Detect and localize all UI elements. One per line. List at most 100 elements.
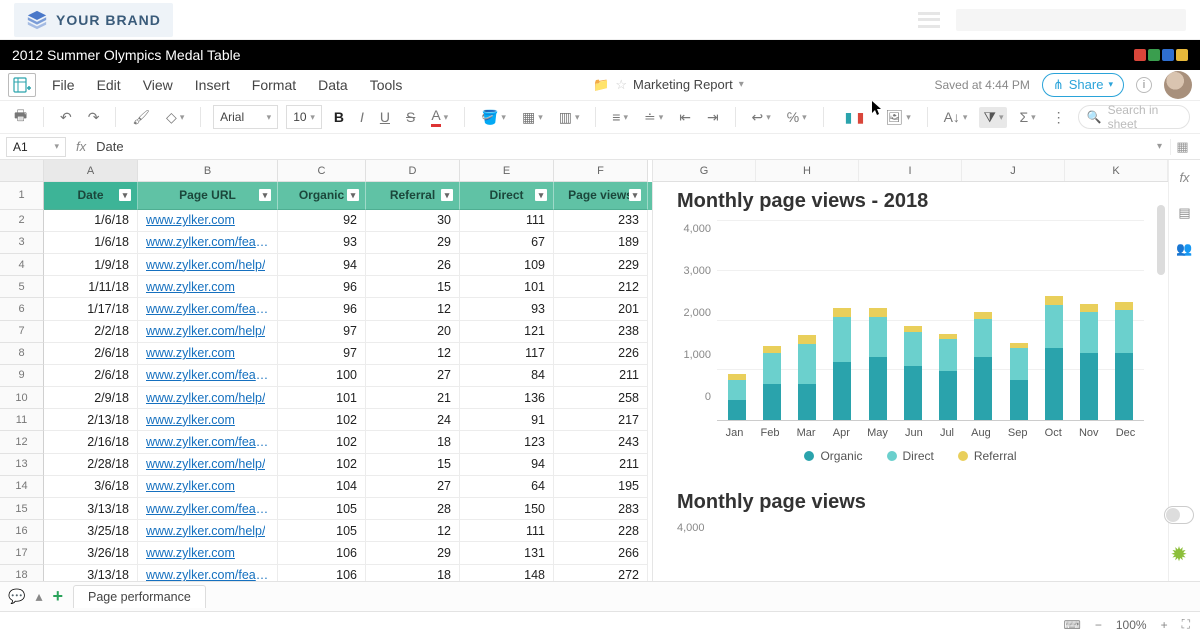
fx-panel-icon[interactable]: fx	[1179, 170, 1189, 185]
cell[interactable]: 67	[460, 232, 554, 254]
page-url-link[interactable]: www.zylker.com	[146, 413, 235, 427]
chart-bar[interactable]	[939, 334, 957, 420]
cell[interactable]: 1/11/18	[44, 276, 138, 298]
filter-direct[interactable]: Direct▾	[460, 182, 554, 210]
cell[interactable]: www.zylker.com	[138, 476, 278, 498]
cell[interactable]: 18	[366, 565, 460, 581]
chart-bar[interactable]	[833, 308, 851, 421]
cell[interactable]: www.zylker.com/help/	[138, 321, 278, 343]
page-url-link[interactable]: www.zylker.com/help/	[146, 324, 265, 338]
row-number[interactable]: 14	[0, 476, 44, 498]
menu-file[interactable]: File	[52, 77, 75, 93]
row-number[interactable]: 5	[0, 276, 44, 298]
menu-edit[interactable]: Edit	[97, 77, 121, 93]
cell[interactable]: 84	[460, 365, 554, 387]
cell[interactable]: 24	[366, 409, 460, 431]
image-insert-button[interactable]: 🖼▾	[881, 107, 914, 128]
cell[interactable]: 189	[554, 232, 648, 254]
cell[interactable]: 28	[366, 498, 460, 520]
cell[interactable]: 29	[366, 232, 460, 254]
row-number[interactable]: 15	[0, 498, 44, 520]
cell[interactable]: www.zylker.com/features/	[138, 298, 278, 320]
cell[interactable]: 97	[278, 343, 366, 365]
page-url-link[interactable]: www.zylker.com/help/	[146, 258, 265, 272]
cell[interactable]: 148	[460, 565, 554, 581]
collab-panel-icon[interactable]: 👥	[1176, 241, 1192, 257]
format-painter-icon[interactable]: 🖌	[128, 107, 154, 128]
formula-value[interactable]: Date	[96, 139, 123, 154]
cell[interactable]: 94	[278, 254, 366, 276]
filter-date[interactable]: Date▾	[44, 182, 138, 210]
row-number[interactable]: 7	[0, 321, 44, 343]
indent-decrease-button[interactable]: ⇤	[675, 107, 695, 128]
filter-button[interactable]: ⧩▾	[979, 107, 1007, 128]
chart-bar[interactable]	[1080, 304, 1098, 420]
cell[interactable]: 150	[460, 498, 554, 520]
menu-view[interactable]: View	[143, 77, 173, 93]
menu-insert[interactable]: Insert	[195, 77, 230, 93]
table-row[interactable]: 122/16/18www.zylker.com/features/1021812…	[0, 431, 652, 453]
row-number[interactable]: 17	[0, 542, 44, 564]
sheet-search[interactable]: 🔍 Search in sheet	[1078, 105, 1190, 129]
page-url-link[interactable]: www.zylker.com	[146, 213, 235, 227]
cell[interactable]: 92	[278, 210, 366, 232]
table-row[interactable]: 92/6/18www.zylker.com/features/100278421…	[0, 365, 652, 387]
page-url-link[interactable]: www.zylker.com/features/	[146, 568, 269, 581]
cell[interactable]: 2/2/18	[44, 321, 138, 343]
cell[interactable]: 1/9/18	[44, 254, 138, 276]
undo-icon[interactable]: ↶	[56, 107, 76, 128]
table-row[interactable]: 102/9/18www.zylker.com/help/10121136258	[0, 387, 652, 409]
col-header-K[interactable]: K	[1065, 160, 1168, 181]
chart-bar[interactable]	[763, 346, 781, 420]
cell[interactable]: 136	[460, 387, 554, 409]
cell[interactable]: 111	[460, 210, 554, 232]
legend-item[interactable]: Direct	[887, 449, 934, 463]
chart-bar[interactable]	[904, 326, 922, 420]
legend-item[interactable]: Referral	[958, 449, 1017, 463]
font-family-select[interactable]: Arial▾	[213, 105, 278, 129]
tabs-up-icon[interactable]: ▴	[35, 588, 42, 605]
menu-data[interactable]: Data	[318, 77, 348, 93]
cell[interactable]: 212	[554, 276, 648, 298]
folder-icon[interactable]: 📁	[593, 77, 609, 93]
cell[interactable]: 29	[366, 542, 460, 564]
cell[interactable]: www.zylker.com/features/	[138, 365, 278, 387]
chart-bar[interactable]	[1010, 343, 1028, 420]
cell[interactable]: 3/25/18	[44, 520, 138, 542]
cell[interactable]: 2/13/18	[44, 409, 138, 431]
comments-panel-icon[interactable]: ▤	[1178, 205, 1190, 221]
cell[interactable]: 131	[460, 542, 554, 564]
col-header-G[interactable]: G	[653, 160, 756, 181]
table-row[interactable]: 61/17/18www.zylker.com/features/96129320…	[0, 298, 652, 320]
table-row[interactable]: 153/13/18www.zylker.com/features/1052815…	[0, 498, 652, 520]
info-icon[interactable]: i	[1136, 77, 1152, 93]
table-row[interactable]: 163/25/18www.zylker.com/help/10512111228	[0, 520, 652, 542]
cell[interactable]: 2/28/18	[44, 454, 138, 476]
table-row[interactable]: 143/6/18www.zylker.com1042764195	[0, 476, 652, 498]
table-row[interactable]: 31/6/18www.zylker.com/features/932967189	[0, 232, 652, 254]
row-number[interactable]: 9	[0, 365, 44, 387]
row-number[interactable]: 1	[0, 182, 44, 210]
cell[interactable]: www.zylker.com/help/	[138, 387, 278, 409]
new-sheet-icon[interactable]	[8, 73, 36, 97]
page-url-link[interactable]: www.zylker.com/help/	[146, 457, 265, 471]
redo-icon[interactable]: ↷	[84, 107, 104, 128]
page-url-link[interactable]: www.zylker.com/features/	[146, 435, 269, 449]
cell[interactable]: 195	[554, 476, 648, 498]
cell[interactable]: 211	[554, 365, 648, 387]
filter-dropdown-icon[interactable]: ▾	[259, 189, 271, 201]
cell[interactable]: www.zylker.com	[138, 542, 278, 564]
col-header-H[interactable]: H	[756, 160, 859, 181]
formula-sum-button[interactable]: Σ▾	[1015, 107, 1039, 127]
hamburger-icon[interactable]	[918, 12, 940, 28]
chart-bar[interactable]	[1115, 302, 1133, 420]
row-number[interactable]: 16	[0, 520, 44, 542]
cell[interactable]: www.zylker.com/features/	[138, 498, 278, 520]
indent-increase-button[interactable]: ⇥	[703, 107, 723, 128]
cell[interactable]: 105	[278, 520, 366, 542]
tips-bulb-icon[interactable]: ✹	[1171, 542, 1188, 567]
cell[interactable]: www.zylker.com/features/	[138, 565, 278, 581]
zoom-in-button[interactable]: +	[1161, 618, 1168, 632]
cell[interactable]: 96	[278, 298, 366, 320]
chart-bar[interactable]	[798, 335, 816, 420]
